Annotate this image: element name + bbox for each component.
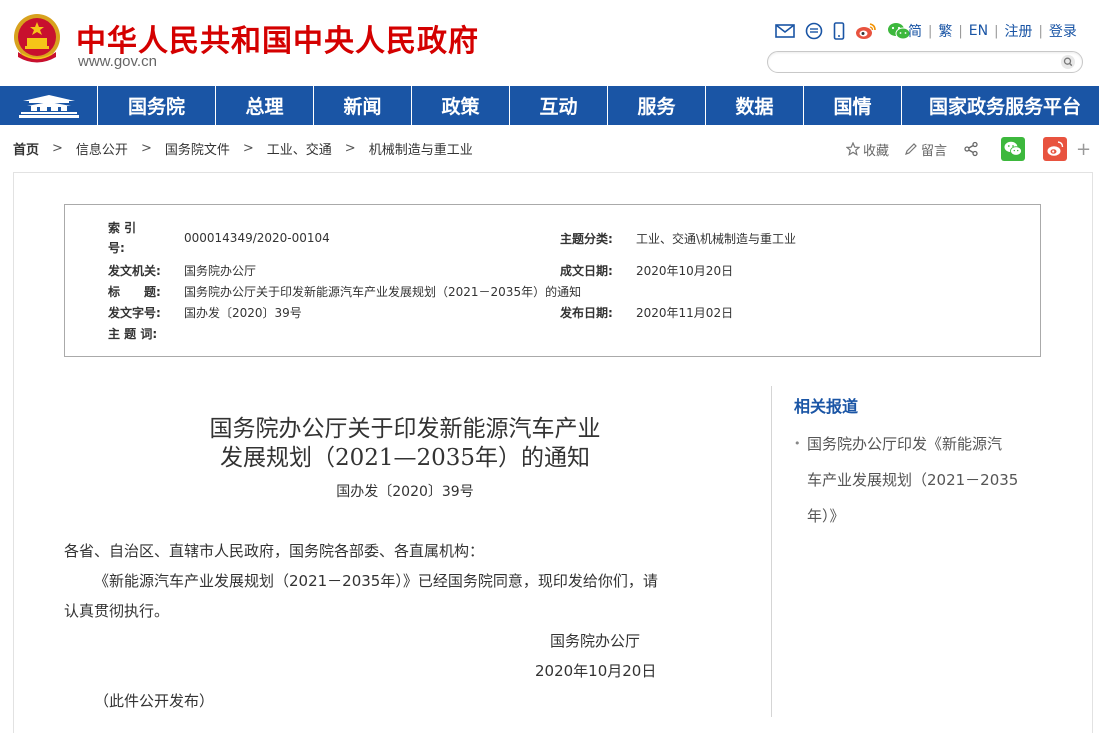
site-url: www.gov.cn	[78, 53, 157, 70]
publication-note: （此件公开发布）	[94, 692, 215, 710]
index-label-line1: 索 引	[108, 221, 137, 235]
search-icon[interactable]	[1060, 54, 1076, 70]
nav-item-government-service-platform[interactable]: 国家政务服务平台	[902, 86, 1099, 125]
index-label-line2: 号:	[108, 241, 125, 255]
nav-item-premier[interactable]: 总理	[216, 86, 314, 125]
more-share-button[interactable]: +	[1076, 139, 1091, 160]
search-input[interactable]	[778, 53, 1052, 72]
created-date-value: 2020年10月20日	[636, 264, 734, 278]
main-nav: 国务院 总理 新闻 政策 互动 服务 数据 国情 国家政务服务平台	[0, 86, 1099, 125]
link-separator: |	[994, 23, 999, 39]
weibo-share-button[interactable]	[1043, 137, 1070, 161]
nav-item-services[interactable]: 服务	[608, 86, 706, 125]
related-report-link[interactable]: • 国务院办公厅印发《新能源汽 车产业发展规划（2021－2035 年）》	[794, 426, 1044, 534]
english-link[interactable]: EN	[969, 23, 988, 39]
document-title-line2: 发展规划（2021—2035年）的通知	[219, 445, 591, 471]
nav-item-data[interactable]: 数据	[706, 86, 804, 125]
nav-items: 国务院 总理 新闻 政策 互动 服务 数据 国情 国家政务服务平台	[98, 86, 1099, 125]
breadcrumb-industry-transport[interactable]: 工业、交通	[267, 139, 332, 158]
link-separator: |	[928, 23, 933, 39]
favorite-label: 收藏	[863, 143, 890, 159]
chevron-right-icon: >	[242, 140, 254, 156]
tiananmen-logo-icon[interactable]	[0, 86, 98, 125]
chevron-right-icon: >	[344, 140, 356, 156]
weibo-icon	[1043, 137, 1068, 161]
index-value: 000014349/2020-00104	[184, 231, 330, 245]
simplified-chinese-link[interactable]: 简	[908, 21, 922, 41]
wechat-icon	[1001, 137, 1026, 161]
paragraph-1-line1: 《新能源汽车产业发展规划（2021－2035年）》已经国务院同意，现印发给你们，…	[94, 572, 658, 590]
related-report-line1: 国务院办公厅印发《新能源汽	[807, 435, 1003, 453]
keywords-label: 主 题 词:	[108, 327, 158, 341]
signature-date: 2020年10月20日	[535, 662, 657, 680]
national-emblem-icon[interactable]	[12, 10, 62, 68]
register-link[interactable]: 注册	[1005, 21, 1033, 41]
paragraph-1-line2: 认真贯彻执行。	[64, 602, 170, 620]
related-report-line3: 年）》	[807, 507, 845, 525]
title-value: 国务院办公厅关于印发新能源汽车产业发展规划（2021－2035年）的通知	[184, 285, 582, 299]
breadcrumb-info-disclosure[interactable]: 信息公开	[76, 139, 128, 158]
document-number: 国办发〔2020〕39号	[336, 484, 474, 500]
breadcrumb-state-council-documents[interactable]: 国务院文件	[165, 139, 230, 158]
nav-item-interaction[interactable]: 互动	[510, 86, 608, 125]
nav-item-national-info[interactable]: 国情	[804, 86, 902, 125]
issuer-value: 国务院办公厅	[184, 264, 257, 278]
message-icon[interactable]	[805, 22, 823, 40]
traditional-chinese-link[interactable]: 繁	[938, 21, 952, 41]
document-title: 国务院办公厅关于印发新能源汽车产业 发展规划（2021—2035年）的通知	[150, 415, 660, 473]
share-icon	[964, 141, 978, 157]
topic-value: 工业、交通\机械制造与重工业	[636, 232, 797, 246]
weibo-icon[interactable]	[855, 22, 877, 40]
document-info-table: 索 引 号: 000014349/2020-00104 主题分类: 工业、交通\…	[64, 204, 1041, 357]
site-header: 中华人民共和国中央人民政府 www.gov.cn 简 | 繁 | EN | 注册…	[0, 0, 1099, 86]
topic-label: 主题分类:	[560, 232, 613, 246]
published-date-value: 2020年11月02日	[636, 306, 734, 320]
related-reports-title: 相关报道	[794, 397, 859, 416]
published-date-label: 发布日期:	[560, 306, 613, 320]
star-icon	[846, 142, 860, 156]
document-number-value: 国办发〔2020〕39号	[184, 306, 302, 320]
related-report-line2: 车产业发展规划（2021－2035	[807, 471, 1019, 489]
link-separator: |	[958, 23, 963, 39]
wechat-share-button[interactable]	[1001, 137, 1028, 161]
favorite-button[interactable]: 收藏	[846, 140, 889, 159]
comment-button[interactable]: 留言	[904, 140, 947, 159]
document-title-line1: 国务院办公厅关于印发新能源汽车产业	[209, 416, 601, 442]
nav-item-news[interactable]: 新闻	[314, 86, 412, 125]
breadcrumb: 首页 > 信息公开 > 国务院文件 > 工业、交通 > 机械制造与重工业	[13, 138, 473, 158]
nav-item-state-council[interactable]: 国务院	[98, 86, 216, 125]
mobile-icon[interactable]	[833, 22, 845, 40]
salutation: 各省、自治区、直辖市人民政府，国务院各部委、各直属机构：	[64, 542, 485, 560]
share-button[interactable]	[963, 141, 982, 157]
title-label: 标 题:	[108, 285, 161, 299]
created-date-label: 成文日期:	[560, 264, 613, 278]
issuer-label: 发文机关:	[108, 264, 161, 278]
chevron-right-icon: >	[52, 140, 63, 156]
language-login-links: 简 | 繁 | EN | 注册 | 登录	[908, 21, 1077, 41]
top-icon-bar	[775, 21, 911, 41]
login-link[interactable]: 登录	[1049, 21, 1077, 41]
chevron-right-icon: >	[140, 140, 152, 156]
sidebar-divider	[771, 386, 772, 717]
breadcrumb-machinery-heavy-industry[interactable]: 机械制造与重工业	[369, 139, 473, 158]
link-separator: |	[1038, 23, 1043, 39]
signature: 国务院办公厅	[550, 632, 641, 650]
mail-icon[interactable]	[775, 23, 795, 39]
bullet-icon: •	[794, 437, 801, 450]
breadcrumb-home[interactable]: 首页	[13, 139, 39, 158]
document-number-label: 发文字号:	[108, 306, 161, 320]
share-toolbar: 收藏 留言 +	[846, 137, 1091, 161]
nav-item-policy[interactable]: 政策	[412, 86, 510, 125]
search-box	[767, 51, 1083, 73]
comment-label: 留言	[921, 143, 948, 159]
pencil-icon	[905, 143, 917, 155]
